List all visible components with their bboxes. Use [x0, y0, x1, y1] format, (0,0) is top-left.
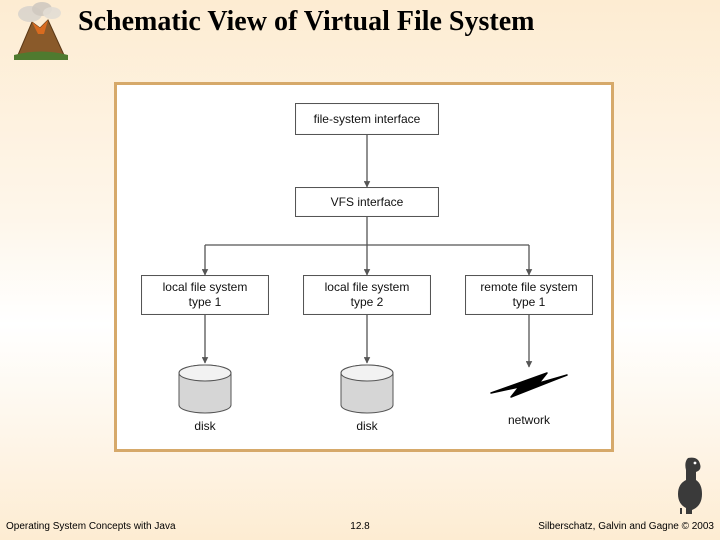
vfs-diagram: file-system interface VFS interface loca…	[117, 85, 611, 449]
disk-label: disk	[336, 419, 398, 433]
node-label: local file system type 2	[325, 280, 410, 310]
node-vfs-interface: VFS interface	[295, 187, 439, 217]
diagram-frame: file-system interface VFS interface loca…	[114, 82, 614, 452]
node-local-fs-type-2: local file system type 2	[303, 275, 431, 315]
node-local-fs-type-1: local file system type 1	[141, 275, 269, 315]
volcano-icon	[8, 0, 74, 60]
node-label: local file system type 1	[163, 280, 248, 310]
network-icon: network	[485, 363, 573, 427]
disk-2: disk	[336, 363, 398, 433]
disk-1: disk	[174, 363, 236, 433]
network-label: network	[485, 413, 573, 427]
disk-label: disk	[174, 419, 236, 433]
dinosaur-icon	[668, 454, 710, 514]
node-label: file-system interface	[314, 112, 421, 127]
slide: Schematic View of Virtual File System	[0, 0, 720, 540]
node-file-system-interface: file-system interface	[295, 103, 439, 135]
footer-right: Silberschatz, Galvin and Gagne © 2003	[538, 521, 714, 532]
page-title: Schematic View of Virtual File System	[78, 6, 708, 38]
node-remote-fs-type-1: remote file system type 1	[465, 275, 593, 315]
node-label: remote file system type 1	[480, 280, 577, 310]
node-label: VFS interface	[331, 195, 404, 210]
